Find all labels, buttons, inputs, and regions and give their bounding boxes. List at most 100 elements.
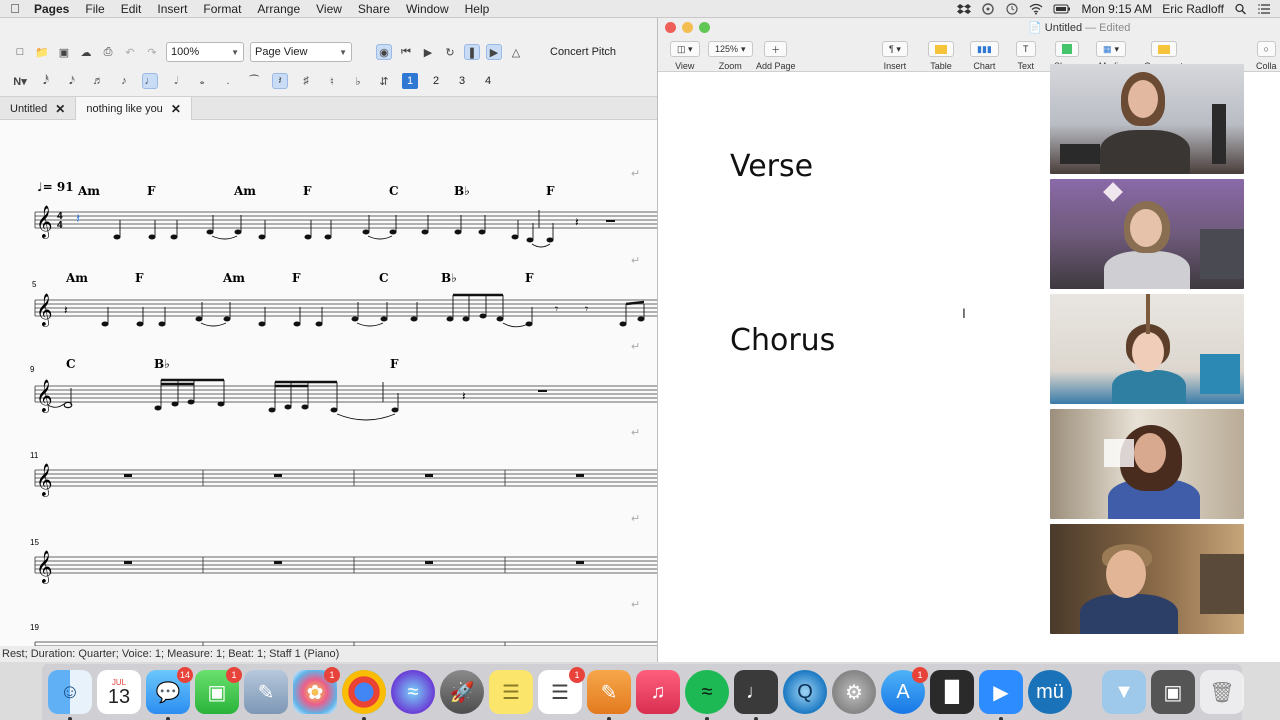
chord-symbol[interactable]: B♭: [154, 357, 170, 371]
sixtyfourth-note-icon[interactable]: 𝅘𝅥𝅰: [38, 73, 54, 89]
menu-file[interactable]: File: [77, 2, 112, 16]
menubar-user[interactable]: Eric Radloff: [1162, 2, 1224, 16]
spotify-icon[interactable]: ≈: [685, 670, 729, 720]
chord-symbol[interactable]: Am: [222, 271, 245, 285]
apple-menu-icon[interactable]: : [0, 1, 30, 16]
augmentation-dot-icon[interactable]: .: [220, 73, 236, 89]
tempo-marking[interactable]: ♩= 91: [37, 180, 74, 194]
minimize-window-button[interactable]: [682, 22, 693, 33]
score-canvas[interactable]: ♩= 91 Am F Am F C B♭ F 𝄞 4 4 𝄽 𝄽 ↵ 5 Am …: [0, 120, 657, 650]
siri-icon[interactable]: ≈: [391, 670, 435, 714]
chart-button[interactable]: ▮▮▮ Chart: [970, 40, 999, 71]
menu-help[interactable]: Help: [457, 2, 498, 16]
video-participant-4[interactable]: [1050, 409, 1244, 519]
tab-nothing-like-you[interactable]: nothing like you ✕: [76, 97, 192, 121]
chord-symbol[interactable]: F: [546, 184, 555, 198]
system-break-icon[interactable]: ↵: [631, 168, 640, 180]
system-break-icon[interactable]: ↵: [631, 341, 640, 353]
text-button[interactable]: T Text: [1016, 40, 1036, 71]
flip-direction-icon[interactable]: ⇵: [376, 73, 392, 89]
loop-out-icon[interactable]: ▶: [486, 44, 502, 60]
thirtysecond-note-icon[interactable]: 𝅘𝅥𝅯: [64, 73, 80, 89]
chord-symbol[interactable]: Am: [233, 184, 256, 198]
preview-icon[interactable]: ✎: [244, 670, 288, 714]
notification-center-icon[interactable]: [1258, 3, 1272, 15]
redo-icon[interactable]: ↷: [144, 44, 160, 60]
chord-symbol[interactable]: F: [303, 184, 312, 198]
finder-icon[interactable]: ☺: [48, 670, 92, 720]
voice-4-button[interactable]: 4: [480, 73, 496, 89]
battery-icon[interactable]: [1053, 3, 1071, 15]
menu-arrange[interactable]: Arrange: [249, 2, 308, 16]
chord-symbol[interactable]: F: [525, 271, 534, 285]
natural-icon[interactable]: ♮: [324, 73, 340, 89]
musescore-dock-icon[interactable]: ♩: [734, 670, 778, 720]
sharp-icon[interactable]: ♯: [298, 73, 314, 89]
table-button[interactable]: Table: [928, 40, 954, 71]
quicktime-icon[interactable]: Q: [783, 670, 827, 714]
video-participant-1[interactable]: [1050, 64, 1244, 174]
wifi-icon[interactable]: [1029, 3, 1043, 15]
screenshot-stack-icon[interactable]: ▣: [1151, 670, 1195, 714]
add-page-button[interactable]: ＋ Add Page: [756, 40, 796, 71]
reminders-icon[interactable]: ☰ 1: [538, 667, 585, 714]
menu-view[interactable]: View: [308, 2, 350, 16]
facetime-icon[interactable]: ▣ 1: [195, 667, 242, 714]
chord-symbol[interactable]: B♭: [454, 184, 470, 198]
half-note-icon[interactable]: 𝅗𝅥: [168, 73, 184, 89]
view-mode-select[interactable]: Page View ▼: [250, 42, 352, 62]
notes-system-1[interactable]: [113, 229, 554, 243]
video-participant-3[interactable]: [1050, 294, 1244, 404]
zoom-app-icon[interactable]: ▶: [979, 670, 1023, 720]
launchpad-icon[interactable]: 🚀: [440, 670, 484, 714]
undo-icon[interactable]: ↶: [122, 44, 138, 60]
close-window-button[interactable]: [665, 22, 676, 33]
save-icon[interactable]: ▣: [56, 44, 72, 60]
messages-icon[interactable]: 💬 14: [146, 667, 193, 720]
downloads-folder-icon[interactable]: ▼: [1102, 670, 1146, 714]
whole-note-icon[interactable]: 𝅝: [194, 73, 210, 89]
tie-icon[interactable]: ⁀: [246, 73, 262, 89]
staff-system-5[interactable]: [34, 556, 657, 574]
piano-app-icon[interactable]: █: [930, 670, 974, 714]
metronome-icon[interactable]: △: [508, 44, 524, 60]
calendar-icon[interactable]: JUL 13: [97, 670, 141, 714]
new-score-icon[interactable]: □: [12, 44, 28, 60]
sync-icon[interactable]: [981, 3, 995, 15]
chord-symbol[interactable]: Am: [77, 184, 100, 198]
close-icon[interactable]: ✕: [55, 102, 65, 116]
chord-symbol[interactable]: Am: [65, 271, 88, 285]
voice-2-button[interactable]: 2: [428, 73, 444, 89]
app-store-icon[interactable]: A1: [881, 667, 928, 714]
photos-icon[interactable]: ✿ 1: [293, 667, 340, 714]
musescore-app-icon[interactable]: mü: [1028, 670, 1072, 714]
score-page[interactable]: ♩= 91 Am F Am F C B♭ F 𝄞 4 4 𝄽 𝄽 ↵ 5 Am …: [0, 120, 657, 650]
heading-chorus[interactable]: Chorus: [730, 323, 835, 358]
spotlight-search-icon[interactable]: [1234, 3, 1248, 15]
app-menu[interactable]: Pages: [30, 2, 77, 16]
system-break-icon[interactable]: ↵: [631, 599, 640, 611]
open-folder-icon[interactable]: 📁: [34, 44, 50, 60]
quarter-note-icon[interactable]: ♩: [142, 73, 158, 89]
zoom-window-button[interactable]: [699, 22, 710, 33]
chord-symbol[interactable]: B♭: [441, 271, 457, 285]
chord-symbol[interactable]: F: [135, 271, 144, 285]
concert-pitch-button[interactable]: Concert Pitch: [550, 46, 616, 58]
upload-cloud-icon[interactable]: ☁: [78, 44, 94, 60]
heading-verse[interactable]: Verse: [730, 149, 813, 184]
system-break-icon[interactable]: ↵: [631, 255, 640, 267]
menu-format[interactable]: Format: [195, 2, 249, 16]
loop-icon[interactable]: ↻: [442, 44, 458, 60]
pages-icon[interactable]: ✎: [587, 670, 631, 720]
video-participant-5[interactable]: [1050, 524, 1244, 634]
loop-in-icon[interactable]: ❚: [464, 44, 480, 60]
menu-edit[interactable]: Edit: [113, 2, 150, 16]
chord-symbol[interactable]: C: [389, 184, 399, 198]
insert-button[interactable]: ¶ ▾ Insert: [882, 40, 908, 71]
voice-3-button[interactable]: 3: [454, 73, 470, 89]
menubar-clock[interactable]: Mon 9:15 AM: [1081, 2, 1152, 16]
staff-system-3[interactable]: [34, 385, 657, 403]
zoom-select[interactable]: 100% ▼: [166, 42, 244, 62]
flat-icon[interactable]: ♭: [350, 73, 366, 89]
voice-1-button[interactable]: 1: [402, 73, 418, 89]
